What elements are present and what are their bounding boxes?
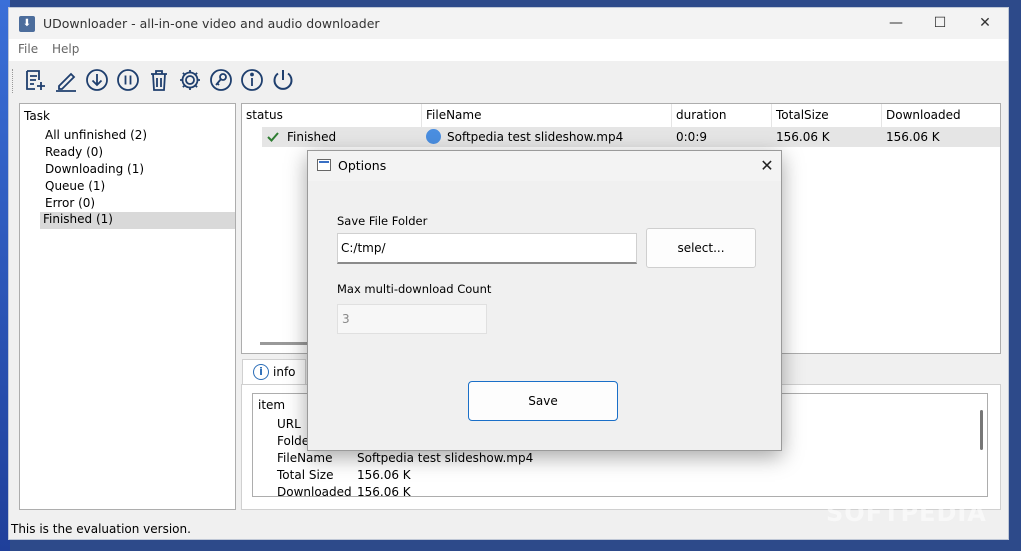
info-icon: i — [253, 364, 269, 380]
softpedia-watermark: SOFTPEDIA — [826, 499, 987, 527]
add-task-button[interactable] — [22, 67, 48, 93]
key-icon — [210, 69, 232, 91]
max-count-input[interactable]: 3 — [337, 304, 487, 334]
dialog-title: Options — [338, 158, 387, 173]
toolbar — [9, 61, 1008, 101]
download-icon — [86, 69, 108, 91]
menu-file[interactable]: File — [18, 42, 38, 56]
menu-help[interactable]: Help — [52, 42, 79, 56]
vertical-scrollbar[interactable] — [980, 410, 983, 450]
info-icon — [241, 69, 263, 91]
row-filename: Softpedia test slideshow.mp4 — [447, 130, 624, 144]
column-header-downloaded[interactable]: Downloaded — [882, 104, 1000, 127]
maximize-button[interactable]: ☐ — [917, 8, 963, 39]
column-header-totalsize[interactable]: TotalSize — [772, 104, 882, 127]
task-item-queue[interactable]: Queue (1) — [42, 179, 108, 193]
menu-bar: File Help — [9, 39, 1008, 61]
edit-icon — [56, 72, 76, 92]
download-button[interactable] — [84, 67, 110, 93]
task-tree-header: Task — [24, 109, 50, 123]
settings-icon — [180, 70, 200, 90]
tab-info[interactable]: i info — [242, 359, 306, 385]
info-header: item — [258, 398, 286, 412]
task-item-downloading[interactable]: Downloading (1) — [42, 162, 147, 176]
task-tree[interactable]: Task All unfinished (2) Ready (0) Downlo… — [19, 103, 236, 510]
row-totalsize: 156.06 K — [776, 130, 830, 144]
row-downloaded: 156.06 K — [886, 130, 940, 144]
video-file-icon — [426, 129, 441, 144]
dialog-close-button[interactable]: ✕ — [756, 155, 778, 177]
column-header-status[interactable]: status — [242, 104, 422, 127]
add-task-icon — [26, 70, 45, 90]
pause-button[interactable] — [115, 67, 141, 93]
info-key-filename: FileName — [277, 451, 333, 465]
exit-button[interactable] — [270, 67, 296, 93]
minimize-button[interactable]: — — [873, 8, 919, 39]
save-folder-input[interactable]: C:/tmp/ — [337, 233, 637, 264]
delete-button[interactable] — [146, 67, 172, 93]
info-value-totalsize: 156.06 K — [357, 468, 411, 482]
task-item-finished[interactable]: Finished (1) — [40, 212, 235, 229]
column-header-duration[interactable]: duration — [672, 104, 772, 127]
window-title: UDownloader - all-in-one video and audio… — [43, 16, 380, 31]
toolbar-grip — [12, 69, 15, 93]
license-key-button[interactable] — [208, 67, 234, 93]
delete-icon — [151, 70, 167, 91]
row-duration: 0:0:9 — [676, 130, 707, 144]
power-icon — [273, 70, 293, 90]
settings-button[interactable] — [177, 67, 203, 93]
task-item-all-unfinished[interactable]: All unfinished (2) — [42, 128, 150, 142]
window-icon — [317, 159, 331, 171]
edit-button[interactable] — [53, 67, 79, 93]
info-value-filename: Softpedia test slideshow.mp4 — [357, 451, 534, 465]
info-value-downloaded: 156.06 K — [357, 485, 411, 497]
max-count-label: Max multi-download Count — [337, 282, 492, 296]
save-folder-label: Save File Folder — [337, 214, 428, 228]
pause-icon — [117, 69, 139, 91]
select-folder-button[interactable]: select... — [646, 228, 756, 268]
column-header-filename[interactable]: FileName — [422, 104, 672, 127]
app-icon: ⬇ — [19, 16, 35, 32]
about-button[interactable] — [239, 67, 265, 93]
checkmark-icon — [267, 132, 279, 142]
task-item-error[interactable]: Error (0) — [42, 196, 98, 210]
dialog-title-bar: Options ✕ — [308, 151, 781, 181]
close-button[interactable]: ✕ — [962, 8, 1008, 39]
info-key-downloaded: Downloaded — [277, 485, 352, 497]
tab-info-label: info — [273, 365, 296, 379]
info-key-totalsize: Total Size — [277, 468, 334, 482]
save-button[interactable]: Save — [468, 381, 618, 421]
info-key-url: URL — [277, 417, 301, 431]
status-bar: This is the evaluation version. — [11, 522, 191, 536]
options-dialog: Options ✕ Save File Folder C:/tmp/ selec… — [307, 150, 782, 451]
title-bar: ⬇ UDownloader - all-in-one video and aud… — [9, 8, 1008, 39]
row-status: Finished — [287, 130, 337, 144]
task-item-ready[interactable]: Ready (0) — [42, 145, 106, 159]
